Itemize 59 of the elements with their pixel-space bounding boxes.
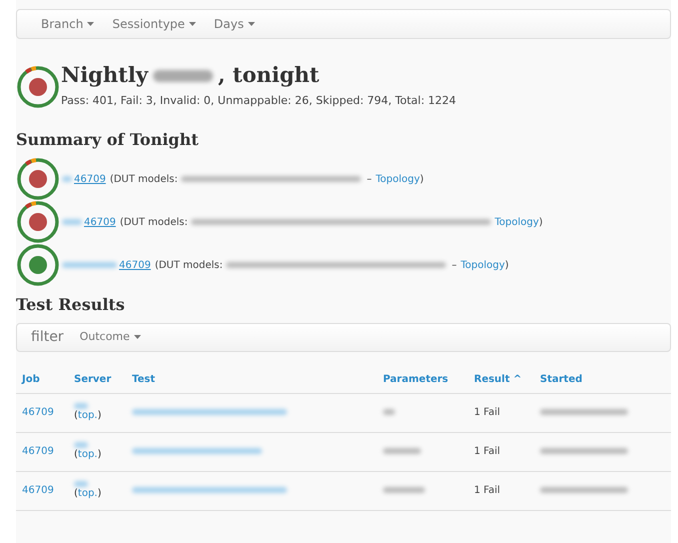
- redacted-text: [153, 70, 214, 82]
- result-text: 1 Fail: [474, 484, 502, 498]
- redacted-text: [383, 448, 421, 454]
- result-text: 1 Fail: [474, 445, 502, 459]
- redacted-text: [74, 480, 88, 486]
- topology-link[interactable]: top.: [78, 486, 98, 500]
- redacted-text: [74, 442, 88, 448]
- page-title: , tonight: [218, 61, 320, 89]
- topology-link[interactable]: Topology: [460, 258, 505, 272]
- job-link[interactable]: 46709: [22, 444, 74, 459]
- redacted-text: [383, 409, 395, 415]
- column-header[interactable]: Parameters: [383, 372, 474, 386]
- dropdown-menu[interactable]: Days: [214, 15, 255, 33]
- topology-link[interactable]: Topology: [494, 214, 539, 230]
- column-header[interactable]: Result ^: [474, 372, 540, 386]
- dropdown-menu[interactable]: Sessiontype: [112, 15, 196, 33]
- paren: (: [74, 408, 78, 422]
- redacted-text: [383, 487, 425, 493]
- result-text: 1 Fail: [474, 406, 502, 420]
- column-header[interactable]: Test: [132, 372, 383, 386]
- column-header[interactable]: Server: [74, 372, 132, 386]
- closing-paren: ): [420, 172, 424, 186]
- redacted-text: [74, 402, 88, 408]
- redacted-text: [62, 218, 82, 224]
- job-link[interactable]: 46709: [74, 172, 106, 186]
- topology-link[interactable]: Topology: [376, 172, 420, 186]
- caret-icon: [87, 22, 94, 26]
- job-link[interactable]: 46709: [22, 483, 74, 498]
- column-header[interactable]: Started: [540, 372, 665, 386]
- closing-paren: ): [504, 258, 509, 272]
- stats-text: Pass: 401, Fail: 3, Invalid: 0, Unmappable: 26, Skipped: 794, Total: 1224: [61, 93, 456, 109]
- column-header[interactable]: Job: [22, 372, 74, 386]
- caret-icon: [248, 22, 255, 26]
- caret-icon: [134, 335, 141, 339]
- paren: ): [97, 408, 102, 422]
- job-link[interactable]: 46709: [119, 258, 151, 272]
- paren: ): [97, 448, 102, 462]
- dut-label: (DUT models:: [154, 258, 223, 272]
- paren: (: [74, 486, 78, 500]
- filter-label: filter: [31, 328, 64, 346]
- topology-link[interactable]: top.: [78, 408, 98, 422]
- dut-label: (DUT models:: [110, 172, 178, 186]
- redacted-text: [62, 262, 117, 268]
- job-link[interactable]: 46709: [22, 405, 74, 420]
- job-link[interactable]: 46709: [84, 214, 116, 230]
- dropdown-menu[interactable]: Outcome: [80, 328, 141, 346]
- caret-icon: [188, 22, 196, 26]
- closing-paren: ): [538, 216, 543, 230]
- topology-link[interactable]: top.: [78, 448, 98, 462]
- separator-text: –: [366, 172, 372, 186]
- dut-label: (DUT models:: [120, 216, 188, 230]
- dropdown-menu[interactable]: Branch: [41, 15, 94, 33]
- paren: ): [97, 486, 102, 500]
- paren: (: [74, 448, 78, 462]
- redacted-text: [62, 176, 72, 182]
- page-title: Nightly: [61, 61, 148, 89]
- separator-text: –: [452, 258, 457, 272]
- section-title: Test Results: [16, 294, 126, 316]
- section-title: Summary of Tonight: [16, 128, 200, 150]
